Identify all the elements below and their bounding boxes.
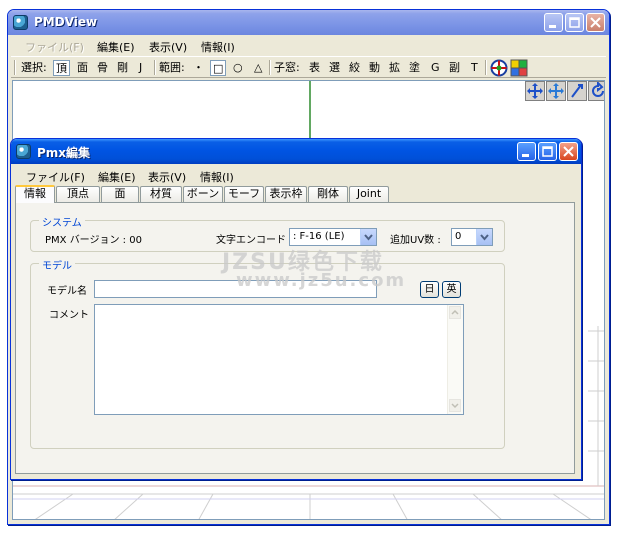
range-circle-button[interactable]: ○ [233, 60, 243, 76]
dialog-close-button[interactable] [559, 142, 578, 161]
select-face-button[interactable]: 面 [77, 60, 88, 76]
rotate-icon [592, 81, 604, 97]
system-group-title: システム [39, 214, 85, 229]
info-tab-panel: システム PMX バージョン : 00 文字エンコード : F-16 (LE) … [15, 202, 575, 474]
zoom-tool-button[interactable] [567, 81, 587, 101]
menu-view[interactable]: 表示(V) [149, 39, 187, 55]
tab-vertex[interactable]: 頂点 [56, 186, 100, 202]
tab-rigid-body[interactable]: 剛体 [308, 186, 348, 202]
child-filter-button[interactable]: 絞 [349, 60, 360, 76]
toolbar-separator [269, 60, 271, 75]
range-rect-button[interactable]: □ [210, 60, 227, 76]
scroll-up-button[interactable] [449, 306, 461, 319]
toolbar-separator [485, 60, 487, 75]
model-name-value [95, 283, 98, 294]
main-titlebar[interactable]: PMDView [8, 10, 609, 35]
pan-tool-button[interactable] [525, 81, 545, 101]
encoding-dropdown-button[interactable] [360, 229, 376, 245]
select-rigid-button[interactable]: 剛 [117, 60, 128, 76]
menu-file[interactable]: ファイル(F) [25, 39, 84, 55]
chevron-down-icon [480, 234, 489, 241]
dialog-titlebar[interactable]: Pmx編集 [11, 139, 581, 164]
dialog-menu-view[interactable]: 表示(V) [148, 169, 186, 185]
model-group-title: モデル [39, 257, 75, 272]
menu-info[interactable]: 情報(I) [201, 39, 235, 55]
child-move-button[interactable]: 動 [369, 60, 380, 76]
toolbar-separator [154, 60, 156, 75]
child-window-label: 子窓: [274, 61, 300, 74]
pmdview-app-icon [13, 15, 28, 30]
tab-face[interactable]: 面 [101, 186, 139, 202]
chevron-down-icon [451, 403, 459, 409]
child-t-button[interactable]: T [471, 60, 478, 76]
tab-display-frame[interactable]: 表示枠 [265, 186, 307, 202]
uv-count-label: 追加UV数 : [390, 235, 441, 246]
tab-morph[interactable]: モーフ [224, 186, 264, 202]
select-joint-button[interactable]: J [139, 60, 142, 76]
pmx-app-icon [16, 144, 31, 159]
minimize-button[interactable] [544, 13, 563, 32]
close-icon [563, 146, 574, 157]
main-toolbar: 選択: 頂 面 骨 剛 J 範囲: ・ □ ○ △ 子窓: 表 選 絞 動 拡 … [11, 56, 606, 78]
english-toggle-button[interactable]: 英 [442, 281, 461, 298]
chevron-down-icon [364, 234, 373, 241]
comment-scrollbar[interactable] [447, 305, 463, 414]
child-scale-button[interactable]: 拡 [389, 60, 400, 76]
close-button[interactable] [586, 13, 605, 32]
maximize-icon [569, 17, 580, 28]
child-select-button[interactable]: 選 [329, 60, 340, 76]
select-label: 選択: [21, 61, 47, 74]
watermark-url: www.jz5u.com [236, 270, 407, 291]
uv-count-value: 0 [455, 231, 462, 242]
child-paint-button[interactable]: 塗 [409, 60, 420, 76]
uv-count-select[interactable]: 0 [451, 228, 493, 246]
grid-color-icon[interactable] [510, 59, 528, 77]
range-triangle-button[interactable]: △ [254, 60, 262, 76]
minimize-icon [549, 25, 556, 28]
close-icon [590, 17, 601, 28]
zoom-arrow-icon [571, 84, 583, 98]
range-point-button[interactable]: ・ [193, 60, 204, 76]
move-arrows-icon [527, 83, 543, 99]
model-name-label: モデル名 [47, 286, 87, 297]
toolbar-separator [14, 60, 16, 75]
child-sub-button[interactable]: 副 [449, 60, 460, 76]
main-window-title: PMDView [34, 15, 98, 29]
tab-info[interactable]: 情報 [15, 185, 55, 203]
select-vertex-button[interactable]: 頂 [53, 60, 70, 76]
dialog-menubar: ファイル(F) 編集(E) 表示(V) 情報(I) [14, 166, 578, 184]
main-menubar: ファイル(F) 編集(E) 表示(V) 情報(I) [11, 36, 606, 54]
child-display-button[interactable]: 表 [309, 60, 320, 76]
move-cross-icon [548, 83, 564, 99]
comment-textarea[interactable] [94, 304, 464, 415]
maximize-button[interactable] [565, 13, 584, 32]
dialog-menu-info[interactable]: 情報(I) [200, 169, 234, 185]
minimize-icon [522, 154, 529, 157]
scroll-down-button[interactable] [449, 399, 461, 412]
uv-count-dropdown-button[interactable] [476, 229, 492, 245]
menu-edit[interactable]: 編集(E) [97, 39, 135, 55]
dialog-menu-edit[interactable]: 編集(E) [98, 169, 136, 185]
dialog-window-title: Pmx編集 [37, 146, 91, 160]
tab-bone[interactable]: ボーン [183, 186, 223, 202]
move-tool-button[interactable] [546, 81, 566, 101]
tab-joint[interactable]: Joint [349, 186, 389, 202]
comment-label: コメント [49, 310, 89, 321]
select-bone-button[interactable]: 骨 [97, 60, 108, 76]
pmx-version-label: PMX バージョン : 00 [45, 235, 142, 246]
encoding-value: : F-16 (LE) [293, 231, 345, 242]
pmx-edit-window: Pmx編集 ファイル(F) 編集(E) 表示(V) 情報(I) 情報 頂点 面 … [10, 138, 582, 480]
dialog-menu-file[interactable]: ファイル(F) [26, 169, 85, 185]
dialog-minimize-button[interactable] [517, 142, 536, 161]
rotate-tool-button[interactable] [588, 81, 604, 101]
chevron-up-icon [451, 309, 459, 315]
maximize-icon [542, 146, 553, 157]
comment-value [95, 307, 98, 318]
color-wheel-icon[interactable] [490, 59, 508, 77]
japanese-toggle-button[interactable]: 日 [420, 281, 439, 298]
range-label: 範囲: [159, 61, 185, 74]
child-g-button[interactable]: G [431, 60, 440, 76]
tab-material[interactable]: 材質 [140, 186, 182, 202]
dialog-maximize-button[interactable] [538, 142, 557, 161]
